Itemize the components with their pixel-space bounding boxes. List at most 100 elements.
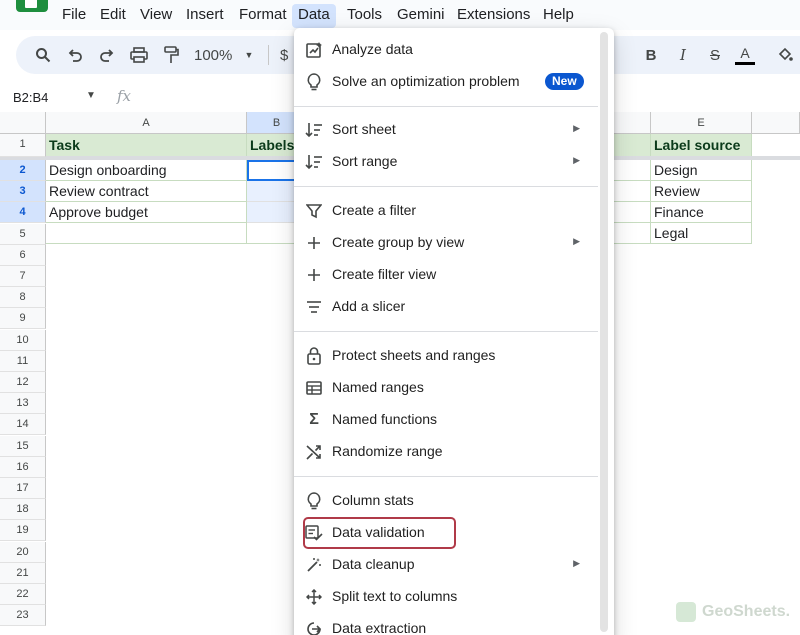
menu-tools[interactable]: Tools — [343, 6, 386, 28]
chevron-down-icon[interactable]: ▼ — [86, 90, 96, 101]
menu-item-sort-range[interactable]: Sort range ▶ — [294, 146, 598, 178]
analyze-data-icon — [304, 40, 324, 60]
select-all-corner[interactable] — [0, 112, 46, 134]
column-header-d[interactable] — [614, 112, 651, 134]
row-header[interactable]: 2 — [0, 160, 46, 181]
cell-e3[interactable]: Review — [651, 181, 752, 202]
menu-file[interactable]: File — [58, 6, 90, 28]
row-header[interactable]: 10 — [0, 329, 46, 351]
filter-icon — [304, 201, 324, 221]
menu-edit[interactable]: Edit — [96, 6, 130, 28]
plus-icon — [304, 265, 324, 285]
menu-separator — [294, 476, 598, 477]
menu-scrollbar[interactable] — [600, 32, 608, 632]
menu-item-protect-sheets[interactable]: Protect sheets and ranges — [294, 340, 598, 372]
menu-item-named-ranges[interactable]: Named ranges — [294, 372, 598, 404]
menu-item-analyze-data[interactable]: Analyze data — [294, 34, 598, 66]
column-header-e[interactable]: E — [651, 112, 752, 134]
italic-icon[interactable]: I — [672, 44, 694, 66]
fill-color-icon[interactable] — [774, 44, 796, 66]
row-header[interactable]: 12 — [0, 372, 46, 393]
cell-e1[interactable]: Label source — [651, 134, 752, 157]
menu-item-create-filter[interactable]: Create a filter — [294, 195, 598, 227]
menu-data[interactable]: Data — [292, 4, 336, 28]
row-header[interactable]: 22 — [0, 584, 46, 605]
menu-item-add-slicer[interactable]: Add a slicer — [294, 291, 598, 323]
cell-d2[interactable] — [614, 160, 651, 181]
sort-icon — [304, 152, 324, 172]
paint-format-icon[interactable] — [160, 44, 182, 66]
strikethrough-icon[interactable]: S — [704, 44, 726, 66]
row-header[interactable]: 5 — [0, 223, 46, 245]
row-header[interactable]: 15 — [0, 435, 46, 457]
text-color-icon[interactable]: A — [734, 44, 756, 66]
menu-item-named-functions[interactable]: Σ Named functions — [294, 404, 598, 436]
row-header[interactable]: 16 — [0, 456, 46, 478]
name-box[interactable]: B2:B4 — [13, 90, 48, 105]
row-header[interactable]: 3 — [0, 181, 46, 203]
menu-item-column-stats[interactable]: Column stats — [294, 485, 598, 517]
cell-d1[interactable] — [614, 134, 651, 157]
menu-extensions[interactable]: Extensions — [453, 6, 534, 28]
menu-item-solve-optimization[interactable]: Solve an optimization problem New — [294, 66, 598, 98]
menu-item-label: Create a filter — [332, 202, 417, 218]
row-header[interactable]: 9 — [0, 308, 46, 330]
menu-view[interactable]: View — [136, 6, 176, 28]
submenu-arrow-icon: ▶ — [573, 236, 580, 246]
toolbar-separator — [268, 45, 269, 65]
search-icon[interactable] — [32, 44, 54, 66]
row-header[interactable]: 8 — [0, 287, 46, 309]
menu-insert[interactable]: Insert — [182, 6, 228, 28]
menu-help[interactable]: Help — [539, 6, 578, 28]
redo-icon[interactable] — [96, 44, 118, 66]
column-header-f[interactable] — [752, 112, 800, 134]
cell-a3[interactable]: Review contract — [46, 181, 247, 202]
menu-item-create-group-by-view[interactable]: Create group by view ▶ — [294, 227, 598, 259]
currency-format-button[interactable]: $ — [280, 47, 288, 64]
cell-a2[interactable]: Design onboarding — [46, 160, 247, 181]
row-header[interactable]: 14 — [0, 414, 46, 436]
menu-item-label: Sort sheet — [332, 121, 396, 137]
row-header[interactable]: 18 — [0, 499, 46, 521]
cell-d4[interactable] — [614, 202, 651, 223]
menu-item-label: Randomize range — [332, 443, 443, 459]
cell-e2[interactable]: Design — [651, 160, 752, 181]
menu-item-data-validation[interactable]: Data validation — [294, 517, 598, 549]
row-header[interactable]: 23 — [0, 605, 46, 627]
row-header[interactable]: 6 — [0, 244, 46, 266]
data-validation-icon — [304, 523, 324, 543]
sheets-logo-icon[interactable] — [16, 0, 48, 12]
menu-format[interactable]: Format — [235, 6, 291, 28]
cell-e4[interactable]: Finance — [651, 202, 752, 223]
cell-d3[interactable] — [614, 181, 651, 202]
zoom-level[interactable]: 100% — [194, 47, 232, 64]
row-header[interactable]: 7 — [0, 266, 46, 287]
column-header-a[interactable]: A — [46, 112, 247, 134]
cell-d5[interactable] — [614, 223, 651, 244]
undo-icon[interactable] — [64, 44, 86, 66]
menu-item-randomize-range[interactable]: Randomize range — [294, 436, 598, 468]
row-header[interactable]: 19 — [0, 520, 46, 542]
menu-item-label: Data extraction — [332, 620, 427, 635]
watermark-text: GeoSheets. — [702, 603, 791, 620]
row-header[interactable]: 11 — [0, 350, 46, 372]
print-icon[interactable] — [128, 44, 150, 66]
menu-item-data-cleanup[interactable]: Data cleanup ▶ — [294, 549, 598, 581]
row-header[interactable]: 1 — [0, 134, 46, 157]
zoom-caret-icon[interactable]: ▼ — [238, 44, 260, 66]
row-header[interactable]: 4 — [0, 202, 46, 224]
menu-gemini[interactable]: Gemini — [393, 6, 449, 28]
cell-a5[interactable] — [46, 223, 247, 244]
row-header[interactable]: 21 — [0, 562, 46, 584]
menu-item-create-filter-view[interactable]: Create filter view — [294, 259, 598, 291]
row-header[interactable]: 20 — [0, 541, 46, 563]
menu-item-split-text[interactable]: Split text to columns — [294, 581, 598, 613]
bold-icon[interactable]: B — [640, 44, 662, 66]
cell-a4[interactable]: Approve budget — [46, 202, 247, 223]
menu-item-data-extraction[interactable]: Data extraction — [294, 613, 598, 635]
cell-e5[interactable]: Legal — [651, 223, 752, 244]
row-header[interactable]: 13 — [0, 393, 46, 415]
cell-a1[interactable]: Task — [46, 134, 247, 157]
menu-item-sort-sheet[interactable]: Sort sheet ▶ — [294, 114, 598, 146]
row-header[interactable]: 17 — [0, 478, 46, 499]
